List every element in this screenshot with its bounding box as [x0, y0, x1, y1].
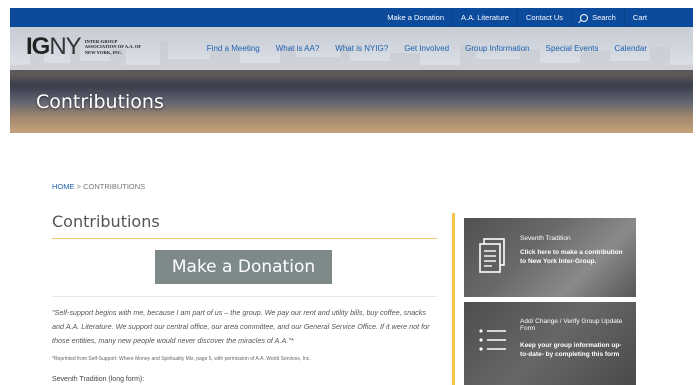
banner-title: Contributions — [36, 91, 164, 113]
breadcrumb-home[interactable]: HOME — [52, 182, 75, 191]
nav-group-information[interactable]: Group Information — [465, 44, 529, 53]
search-icon — [580, 13, 589, 22]
search-label: Search — [592, 13, 616, 22]
quote-footnote: *Reprinted from Self-Support: Where Mone… — [52, 356, 311, 362]
list-icon — [479, 329, 506, 351]
nav-what-is-aa[interactable]: What is AA? — [276, 44, 320, 53]
card-description: Click here to make a contribution to New… — [520, 249, 623, 265]
breadcrumb: HOME > CONTRIBUTIONS — [52, 182, 145, 191]
sidebar-accent-line — [452, 213, 455, 385]
nav-find-a-meeting[interactable]: Find a Meeting — [207, 44, 260, 53]
search-link[interactable]: Search — [572, 8, 625, 27]
group-update-form-card[interactable]: Add/ Change / Verify Group Update Form K… — [464, 302, 636, 385]
make-donation-link[interactable]: Make a Donation — [379, 8, 453, 27]
card-heading: Seventh Tradition — [520, 235, 571, 242]
breadcrumb-separator: > — [76, 182, 81, 191]
nav-special-events[interactable]: Special Events — [546, 44, 599, 53]
logo-text: Inter-Group Association of A.A. of New Y… — [84, 39, 142, 55]
document-icon — [479, 238, 505, 273]
card-description: Keep your group information up-to-date- … — [520, 342, 622, 358]
self-support-quote: "Self-support begins with me, because I … — [52, 308, 430, 345]
top-utility-bar: Make a Donation A.A. Literature Contact … — [10, 8, 693, 27]
nav-get-involved[interactable]: Get Involved — [404, 44, 449, 53]
site-header: IGNY Inter-Group Association of A.A. of … — [10, 27, 693, 133]
content-divider — [52, 296, 437, 297]
main-nav: Find a Meeting What is AA? What is NYIG?… — [191, 27, 647, 70]
seventh-tradition-heading: Seventh Tradition (long form): — [52, 376, 145, 383]
utility-links: Make a Donation A.A. Literature Contact … — [379, 8, 655, 27]
breadcrumb-current: CONTRIBUTIONS — [83, 182, 146, 191]
page-title: Contributions — [52, 212, 160, 231]
card-heading: Add/ Change / Verify Group Update Form — [520, 318, 623, 332]
make-donation-button[interactable]: Make a Donation — [155, 250, 332, 284]
aa-literature-link[interactable]: A.A. Literature — [453, 8, 518, 27]
contact-us-link[interactable]: Contact Us — [518, 8, 573, 27]
nav-what-is-nyig[interactable]: What is NYIG? — [335, 44, 388, 53]
cart-link[interactable]: Cart — [625, 8, 655, 27]
nav-calendar[interactable]: Calendar — [615, 44, 647, 53]
seventh-tradition-card[interactable]: Seventh Tradition Click here to make a c… — [464, 218, 636, 297]
title-divider — [52, 238, 437, 239]
logo-mark: IGNY — [26, 33, 82, 60]
site-logo[interactable]: IGNY Inter-Group Association of A.A. of … — [26, 33, 147, 61]
